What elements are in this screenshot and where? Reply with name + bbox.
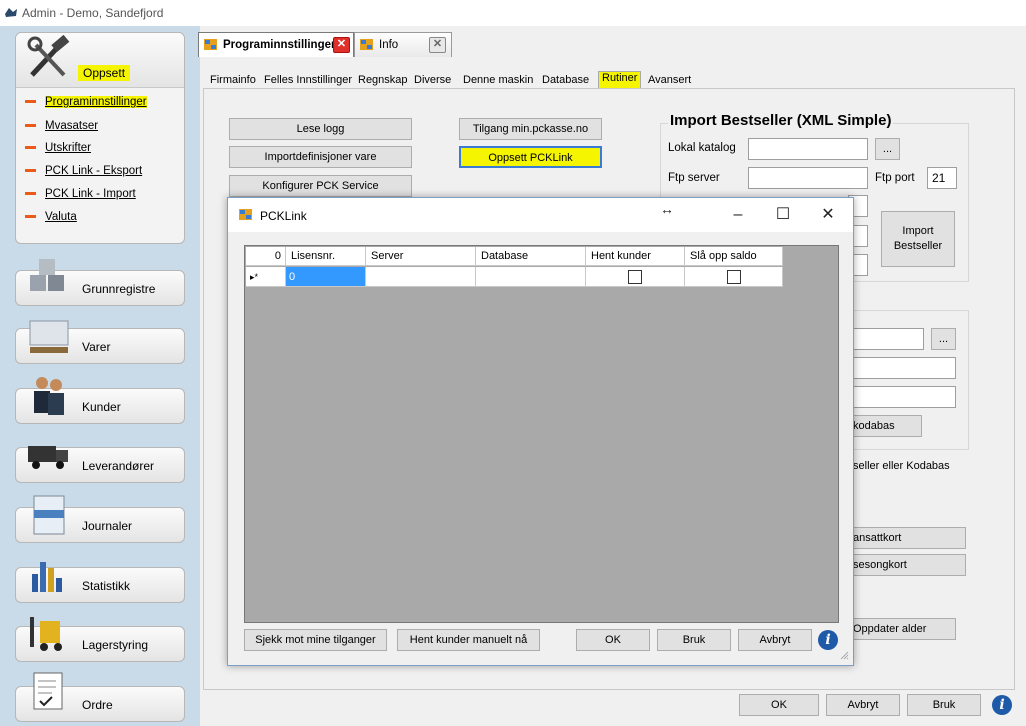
browse-directory-button[interactable]: ... bbox=[875, 138, 900, 160]
column-header-server[interactable]: Server bbox=[366, 247, 476, 266]
resize-grip-icon[interactable] bbox=[839, 650, 849, 660]
column-header-database[interactable]: Database bbox=[476, 247, 586, 266]
ok-button[interactable]: OK bbox=[739, 694, 819, 716]
bullet-dash bbox=[25, 192, 36, 196]
app-logo-icon bbox=[5, 8, 17, 17]
cancel-button[interactable]: Avbryt bbox=[826, 694, 900, 716]
fetch-customers-button[interactable]: Hent kunder manuelt nå bbox=[397, 629, 540, 651]
ftp-port-input[interactable]: 21 bbox=[927, 167, 957, 189]
import-definitions-button[interactable]: Importdefinisjoner vare bbox=[229, 146, 412, 168]
maximize-icon[interactable]: ☐ bbox=[763, 204, 803, 228]
browse-kodabas-button[interactable]: ... bbox=[931, 328, 956, 350]
nav-journaler[interactable]: Journaler bbox=[15, 495, 185, 543]
sidebar-item-programinnstillinger[interactable]: Programinnstillinger bbox=[25, 96, 147, 108]
sidebar-item-pck-link-import[interactable]: PCK Link - Import bbox=[25, 188, 136, 200]
setup-header[interactable]: Oppsett bbox=[16, 33, 184, 88]
kodabas-field-3[interactable] bbox=[848, 386, 956, 408]
window-app-icon bbox=[239, 209, 252, 220]
local-directory-label: Lokal katalog bbox=[668, 142, 736, 154]
column-header-hent-kunder[interactable]: Hent kunder bbox=[586, 247, 685, 266]
row-count-header: 0 bbox=[246, 247, 286, 266]
update-age-button[interactable]: Oppdater alder bbox=[848, 618, 956, 640]
bullet-dash bbox=[25, 215, 36, 219]
customers-icon bbox=[34, 377, 64, 415]
new-row-marker: ▸* bbox=[246, 267, 286, 287]
ftp-server-label: Ftp server bbox=[668, 172, 720, 184]
tab-programinnstillinger[interactable]: Programinnstillinger ✕ bbox=[198, 32, 354, 57]
window-app-icon bbox=[204, 39, 217, 50]
nav-leverandorer[interactable]: Leverandører bbox=[15, 446, 185, 483]
cubes-icon bbox=[30, 259, 64, 291]
truck-icon bbox=[28, 446, 68, 469]
kodabas-path-input[interactable] bbox=[848, 328, 924, 350]
sidebar-item-valuta[interactable]: Valuta bbox=[25, 211, 77, 223]
import-bestseller-button[interactable]: Import Bestseller bbox=[881, 211, 955, 267]
pcklink-grid[interactable]: 0 Lisensnr. Server Database Hent kunder … bbox=[244, 245, 839, 623]
ftp-server-input[interactable] bbox=[748, 167, 868, 189]
setup-pcklink-button[interactable]: Oppsett PCKLink bbox=[459, 146, 602, 168]
nav-lagerstyring[interactable]: Lagerstyring bbox=[15, 617, 185, 662]
dialog-ok-button[interactable]: OK bbox=[576, 629, 650, 651]
setup-panel: Oppsett Programinnstillinger Mvasatser U… bbox=[15, 32, 185, 244]
document-tabs: Programinnstillinger ✕ Info ✕ bbox=[198, 32, 1018, 58]
import-kodabas-button[interactable]: kodabas bbox=[848, 415, 922, 437]
nav-varer[interactable]: Varer bbox=[15, 320, 185, 364]
local-directory-input[interactable] bbox=[748, 138, 868, 160]
bullet-dash bbox=[25, 100, 36, 104]
sidebar-item-mvasatser[interactable]: Mvasatser bbox=[25, 120, 98, 132]
cell-lisensnr[interactable]: 0 bbox=[286, 267, 366, 287]
tools-icon bbox=[27, 35, 70, 77]
resize-cursor-icon: ↔ bbox=[660, 201, 674, 217]
window-title: Admin - Demo, Sandefjord bbox=[22, 6, 164, 20]
dialog-cancel-button[interactable]: Avbryt bbox=[738, 629, 812, 651]
dialog-title-bar: PCKLink ↔ – ☐ ✕ bbox=[228, 198, 853, 232]
apply-button[interactable]: Bruk bbox=[907, 694, 981, 716]
hent-kunder-checkbox[interactable] bbox=[628, 270, 642, 284]
window-title-bar: Admin - Demo, Sandefjord bbox=[0, 0, 1026, 26]
access-min-pckasse-button[interactable]: Tilgang min.pckasse.no bbox=[459, 118, 602, 140]
sidebar-item-pck-link-eksport[interactable]: PCK Link - Eksport bbox=[25, 165, 142, 177]
sesongkort-button[interactable]: sesongkort bbox=[848, 554, 966, 576]
import-bestseller-title: Import Bestseller (XML Simple) bbox=[668, 112, 894, 129]
tab-info[interactable]: Info ✕ bbox=[354, 32, 452, 57]
pcklink-dialog: PCKLink ↔ – ☐ ✕ 0 Lisensnr. Server Datab… bbox=[227, 197, 854, 666]
nav-statistikk[interactable]: Statistikk bbox=[15, 562, 185, 603]
dialog-apply-button[interactable]: Bruk bbox=[657, 629, 731, 651]
dialog-title: PCKLink bbox=[260, 209, 307, 223]
cell-hent-kunder[interactable] bbox=[586, 267, 685, 287]
close-tab-icon[interactable]: ✕ bbox=[333, 37, 350, 53]
window-app-icon bbox=[360, 39, 373, 50]
read-log-button[interactable]: Lese logg bbox=[229, 118, 412, 140]
cell-server[interactable] bbox=[366, 267, 476, 287]
setup-label: Oppsett bbox=[78, 65, 131, 81]
configure-pck-service-button[interactable]: Konfigurer PCK Service bbox=[229, 175, 412, 197]
close-tab-icon[interactable]: ✕ bbox=[429, 37, 446, 53]
minimize-icon[interactable]: – bbox=[718, 204, 758, 228]
nav-kunder[interactable]: Kunder bbox=[15, 377, 185, 424]
nav-ordre[interactable]: Ordre bbox=[15, 672, 185, 722]
cell-database[interactable] bbox=[476, 267, 586, 287]
bestseller-hint-text: tseller eller Kodabas bbox=[850, 460, 950, 472]
ansattkort-button[interactable]: ansattkort bbox=[848, 527, 966, 549]
bullet-dash bbox=[25, 124, 36, 128]
column-header-sla-opp-saldo[interactable]: Slå opp saldo bbox=[685, 247, 783, 266]
order-icon bbox=[33, 672, 63, 710]
bullet-dash bbox=[25, 146, 36, 150]
sidebar-item-utskrifter[interactable]: Utskrifter bbox=[25, 142, 91, 154]
kodabas-field-2[interactable] bbox=[848, 357, 956, 379]
check-access-button[interactable]: Sjekk mot mine tilganger bbox=[244, 629, 387, 651]
dialog-info-icon[interactable]: i bbox=[818, 630, 838, 650]
info-icon[interactable]: i bbox=[992, 695, 1012, 715]
ftp-port-label: Ftp port bbox=[875, 172, 915, 184]
close-icon[interactable]: ✕ bbox=[808, 204, 848, 228]
column-header-lisensnr[interactable]: Lisensnr. bbox=[286, 247, 366, 266]
cell-sla-opp-saldo[interactable] bbox=[685, 267, 783, 287]
forklift-icon bbox=[30, 617, 62, 651]
pallet-icon bbox=[29, 320, 69, 353]
nav-grunnregistre[interactable]: Grunnregistre bbox=[15, 259, 185, 306]
journal-icon bbox=[33, 495, 65, 535]
sla-opp-saldo-checkbox[interactable] bbox=[727, 270, 741, 284]
statistics-icon bbox=[32, 562, 62, 592]
bullet-dash bbox=[25, 169, 36, 173]
